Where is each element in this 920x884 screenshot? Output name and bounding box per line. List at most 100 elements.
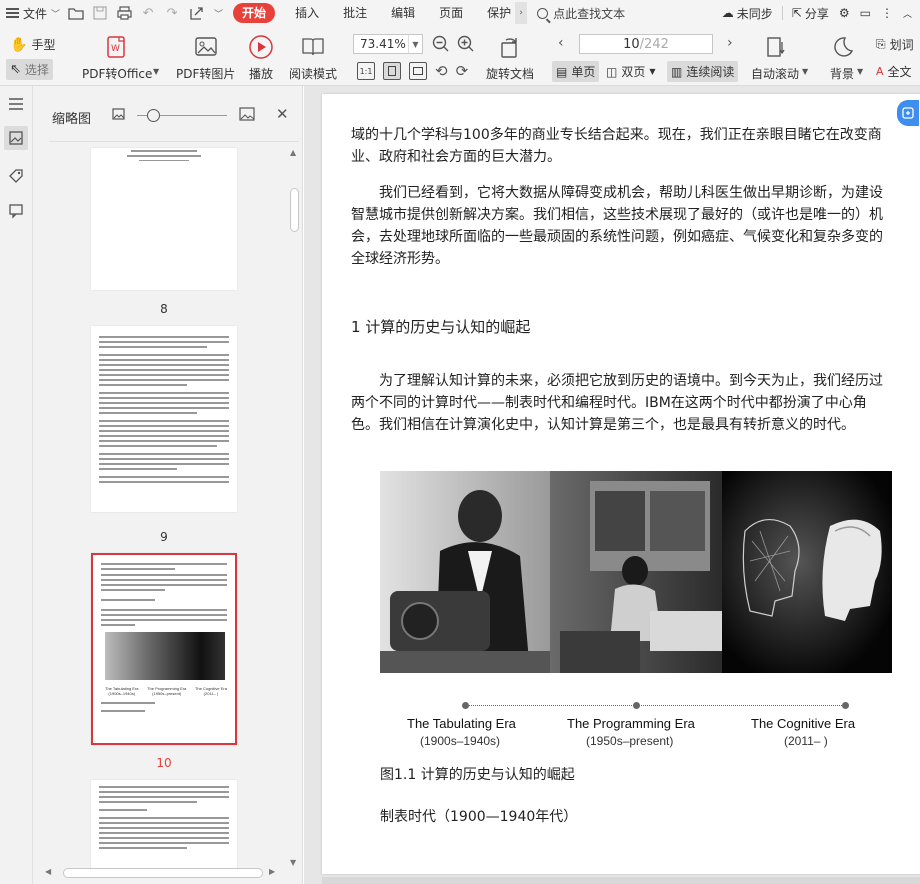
quick-access-dropdown-icon[interactable]: ﹀	[214, 7, 223, 20]
current-page: 10	[623, 36, 640, 52]
select-tool-label: 选择	[24, 63, 49, 77]
fulltext-button[interactable]: A 全文	[876, 63, 912, 80]
thumbnail-size-slider-handle[interactable]	[147, 109, 160, 122]
left-sidebar-rail	[0, 86, 33, 884]
more-options-icon[interactable]: ⋮	[877, 6, 897, 20]
bookmark-tag-icon[interactable]	[4, 164, 28, 188]
auto-scroll-label: 自动滚动	[751, 67, 800, 81]
scroll-left-icon[interactable]: ◀	[45, 867, 51, 876]
next-page-icon[interactable]: ›	[727, 35, 733, 51]
figure-computing-eras-image	[380, 471, 892, 673]
thumbnail-page-9[interactable]	[91, 326, 237, 512]
zoom-field[interactable]: 73.41% ▼	[353, 34, 423, 54]
moon-icon	[829, 32, 855, 62]
sync-status-button[interactable]: ☁ 未同步	[718, 5, 777, 22]
hand-tool-label: 手型	[31, 38, 56, 52]
scrollbar-thumb[interactable]	[63, 868, 263, 878]
continuous-read-icon: ▥	[671, 64, 683, 79]
era-marker	[633, 702, 640, 709]
thumbnail-small-icon[interactable]	[112, 108, 125, 123]
background-button[interactable]: 背景	[829, 32, 855, 82]
background-dropdown-icon[interactable]: ▼	[857, 67, 863, 76]
settings-icon[interactable]: ⚙	[835, 6, 854, 20]
tab-insert[interactable]: 插入	[283, 0, 331, 26]
fit-page-icon[interactable]	[383, 62, 401, 80]
chevron-down-icon: ﹀	[51, 9, 61, 20]
thumbnail-vertical-scrollbar[interactable]: ▲ ▼	[288, 148, 301, 870]
continuous-read-button[interactable]: ▥ 连续阅读	[667, 61, 739, 82]
pdf-to-image-button[interactable]: PDF转图片	[176, 32, 235, 82]
rotate-right-icon[interactable]: ⟳	[456, 62, 469, 80]
era-years: (1900s–1940s)	[420, 734, 501, 748]
thumbnail-horizontal-scrollbar[interactable]: ◀ ▶	[41, 866, 281, 880]
prev-page-icon[interactable]: ‹	[558, 35, 564, 51]
scroll-up-icon[interactable]: ▲	[290, 148, 296, 157]
pdf-to-office-icon: W	[104, 32, 130, 62]
pdf-to-office-button[interactable]: W PDF转Office	[82, 32, 152, 82]
scroll-down-icon[interactable]: ▼	[290, 858, 296, 867]
export-icon[interactable]	[186, 4, 206, 22]
floating-tools-button[interactable]	[897, 100, 919, 126]
pdf-to-office-dropdown-icon[interactable]: ▼	[153, 67, 159, 76]
scroll-right-icon[interactable]: ▶	[269, 867, 275, 876]
comment-icon[interactable]: ▭	[856, 6, 875, 20]
tab-page[interactable]: 页面	[427, 0, 475, 26]
era-years: (2011– )	[784, 734, 828, 748]
menu-bar: 文件 ﹀ ↶ ↷ ﹀ 开始 插入 批注 编辑 页面 保护 › 点此查找文本 ☁ …	[0, 0, 920, 26]
outline-icon[interactable]	[4, 92, 28, 116]
fulltext-label: 全文	[887, 65, 912, 79]
zoom-in-icon[interactable]	[457, 35, 475, 56]
tab-start[interactable]: 开始	[233, 3, 276, 23]
share-button[interactable]: ⇱ 分享	[788, 5, 833, 22]
svg-text:W: W	[111, 44, 120, 54]
read-mode-button[interactable]: 阅读模式	[289, 32, 337, 82]
open-folder-icon[interactable]	[66, 4, 86, 22]
auto-scroll-icon	[762, 32, 788, 62]
tab-protect[interactable]: 保护	[475, 0, 515, 26]
play-button[interactable]: 播放	[248, 32, 274, 82]
share-icon: ⇱	[791, 6, 802, 20]
select-tool-button[interactable]: ⇖ 选择	[6, 59, 53, 80]
highlight-word-button[interactable]: ⎘ 划词	[876, 36, 914, 53]
document-viewport[interactable]: 域的十几个学科与100多年的商业专长结合起来。现在，我们正在亲眼目睹它在改变商业…	[304, 86, 920, 884]
rotate-document-button[interactable]: 旋转文档	[486, 32, 534, 82]
tab-annotate[interactable]: 批注	[331, 0, 379, 26]
thumbnail-panel-header: 缩略图 ✕	[33, 86, 303, 144]
undo-icon[interactable]: ↶	[138, 4, 158, 22]
tab-edit[interactable]: 编辑	[379, 0, 427, 26]
actual-size-icon[interactable]: 1:1	[357, 62, 375, 80]
cursor-arrow-icon: ⇖	[10, 62, 21, 77]
book-icon	[300, 32, 326, 62]
hand-tool-button[interactable]: ✋ 手型	[10, 36, 55, 53]
thumbnail-era-year: (2011– )	[203, 691, 219, 696]
thumbnail-large-icon[interactable]	[239, 107, 255, 124]
close-icon[interactable]: ✕	[276, 105, 289, 123]
zoom-dropdown-icon[interactable]: ▼	[408, 35, 422, 53]
auto-scroll-button[interactable]: 自动滚动	[751, 32, 799, 82]
rotate-left-icon[interactable]: ⟲	[435, 62, 448, 80]
page-number-field[interactable]: 10 /242	[579, 34, 713, 54]
auto-scroll-dropdown-icon[interactable]: ▼	[802, 67, 808, 76]
comments-icon[interactable]	[4, 199, 28, 223]
search-box[interactable]: 点此查找文本	[537, 5, 625, 22]
file-menu[interactable]: 文件 ﹀	[0, 0, 64, 26]
print-icon[interactable]	[114, 4, 134, 22]
body-paragraph: 域的十几个学科与100多年的商业专长结合起来。现在，我们正在亲眼目睹它在改变商业…	[351, 127, 882, 165]
thumbnail-panel-icon[interactable]	[4, 126, 28, 150]
thumbnail-page-11[interactable]	[91, 780, 237, 870]
save-icon[interactable]	[90, 4, 110, 22]
collapse-ribbon-icon[interactable]: ︿	[899, 7, 916, 20]
more-tabs-button[interactable]: ›	[515, 2, 528, 24]
single-page-button[interactable]: ▤ 单页	[552, 61, 600, 82]
fit-width-icon[interactable]	[409, 62, 427, 80]
thumbnail-era-labels: The Tabulating Era (1900s–1940s) The Prog…	[105, 686, 227, 696]
body-paragraph: 我们已经看到，它将大数据从障碍变成机会，帮助儿科医生做出早期诊断，为建设智慧城市…	[351, 185, 883, 267]
scrollbar-thumb[interactable]	[290, 188, 299, 232]
thumbnail-page-10[interactable]: The Tabulating Era (1900s–1940s) The Prog…	[91, 553, 237, 745]
zoom-out-icon[interactable]	[432, 35, 450, 56]
redo-icon[interactable]: ↷	[162, 4, 182, 22]
double-page-dropdown-icon[interactable]: ▼	[649, 67, 655, 76]
pdf-to-office-label: PDF转Office	[82, 67, 153, 81]
thumbnail-page-8[interactable]	[91, 148, 237, 290]
double-page-button[interactable]: ◫ 双页 ▼	[606, 63, 656, 80]
